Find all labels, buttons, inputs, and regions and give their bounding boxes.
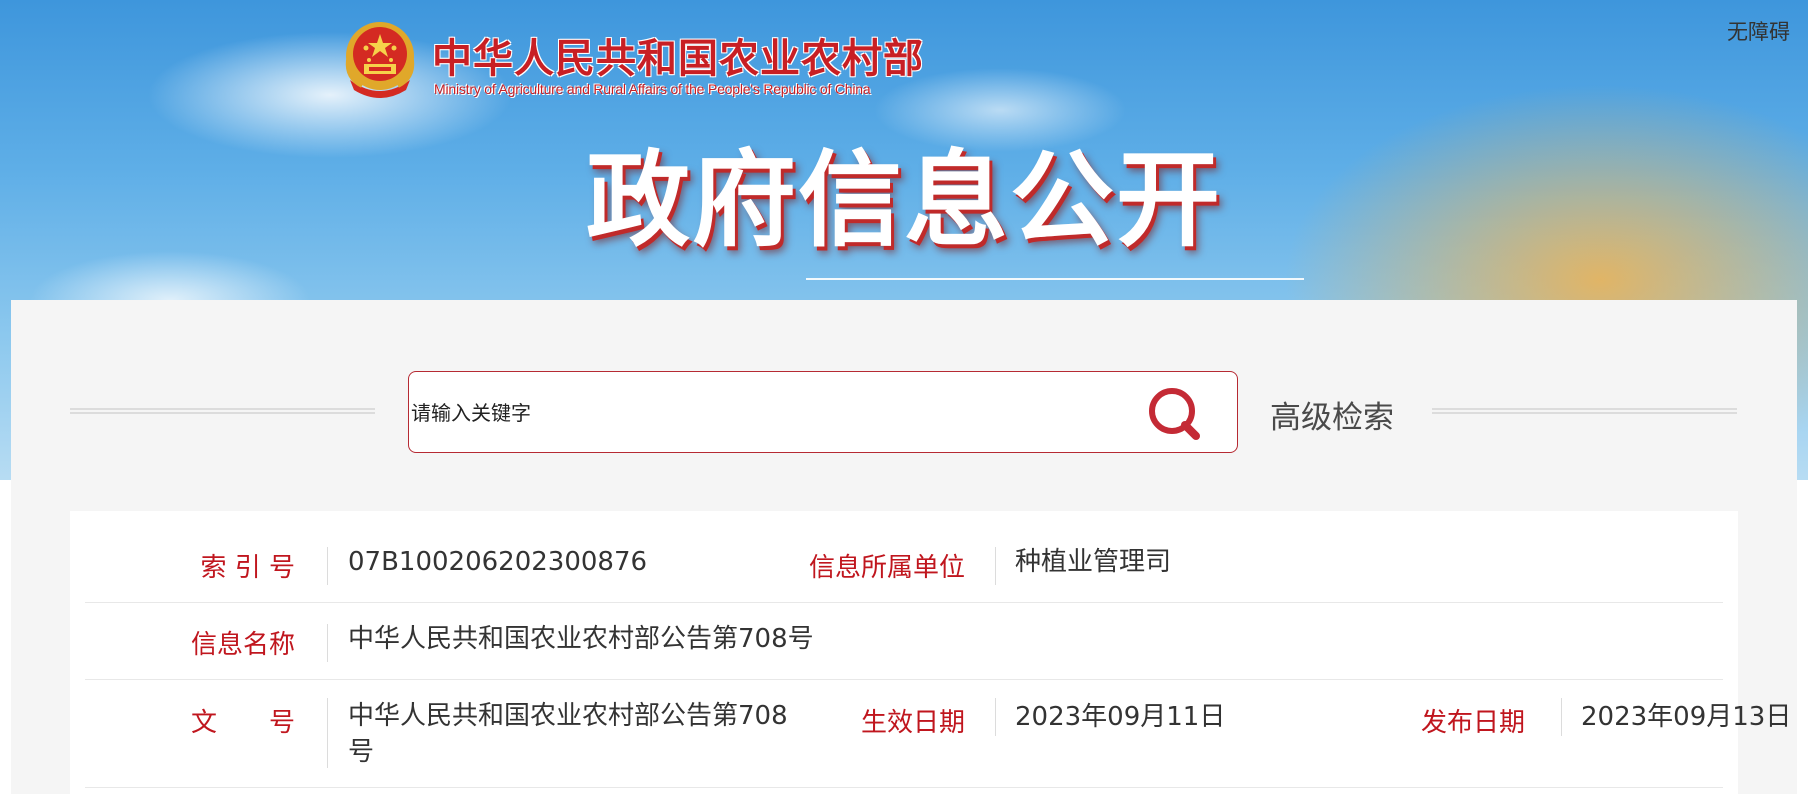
table-row: 信息名称 中华人民共和国农业农村部公告第708号: [85, 603, 1723, 680]
cell-divider: [1561, 698, 1562, 736]
cell-divider: [995, 547, 996, 585]
value-publish-date: 2023年09月13日: [1581, 702, 1792, 732]
table-row: 索 引 号 07B100206202300876 信息所属单位 种植业管理司: [85, 511, 1723, 603]
site-name-en[interactable]: Ministry of Agriculture and Rural Affair…: [434, 81, 871, 97]
cell-divider: [327, 624, 328, 662]
accessibility-link[interactable]: 无障碍: [1727, 16, 1790, 46]
value-index-number: 07B100206202300876: [348, 547, 648, 577]
table-row: 文 号 中华人民共和国农业农村部公告第708号 生效日期 2023年09月11日…: [85, 680, 1791, 788]
cell-divider: [327, 547, 328, 585]
label-effective-date: 生效日期: [860, 708, 965, 738]
value-effective-date: 2023年09月11日: [1015, 702, 1226, 732]
title-underline: [806, 278, 1304, 280]
banner-title: 政府信息公开: [585, 139, 1222, 261]
cell-divider: [995, 698, 996, 736]
label-document-number: 文 号: [190, 708, 295, 738]
site-name-cn[interactable]: 中华人民共和国农业农村部: [432, 26, 924, 84]
label-index-number: 索 引 号: [200, 553, 295, 583]
label-info-name: 信息名称: [190, 630, 295, 660]
label-department: 信息所属单位: [808, 553, 965, 583]
search-icon[interactable]: [1139, 384, 1209, 444]
advanced-search-link[interactable]: 高级检索: [1270, 392, 1394, 437]
info-table: 索 引 号 07B100206202300876 信息所属单位 种植业管理司 信…: [70, 511, 1791, 801]
label-publish-date: 发布日期: [1420, 708, 1525, 738]
search-divider-right: [1432, 408, 1737, 414]
cell-divider: [327, 698, 328, 768]
value-department: 种植业管理司: [1015, 547, 1172, 577]
national-emblem-icon: [345, 22, 415, 98]
search-input[interactable]: [409, 372, 1113, 454]
value-info-name: 中华人民共和国农业农村部公告第708号: [348, 624, 814, 654]
search-divider-left: [70, 408, 375, 414]
value-document-number: 中华人民共和国农业农村部公告第708号: [348, 701, 788, 767]
search-box: [408, 371, 1238, 454]
